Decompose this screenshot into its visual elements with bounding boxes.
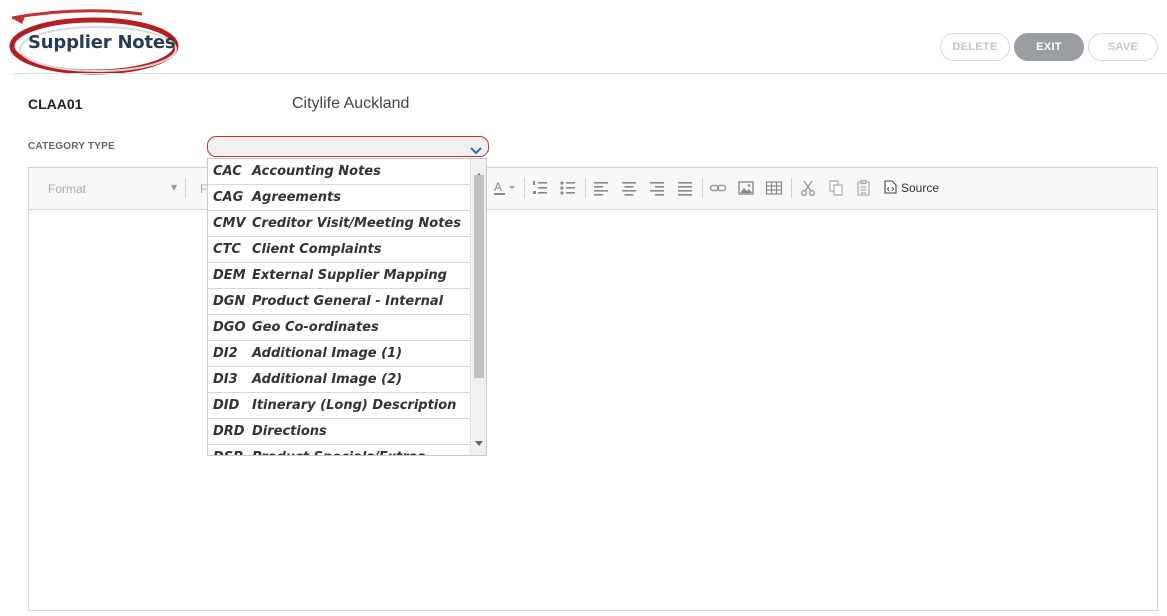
align-right-icon[interactable] [648,179,666,197]
dropdown-option[interactable]: DGO Geo Co-ordinates [208,315,471,341]
paste-icon[interactable] [855,179,873,197]
link-icon[interactable] [709,179,727,197]
option-description: Client Complaints [252,242,382,257]
dropdown-option[interactable]: DRD Directions [208,419,471,445]
cut-icon[interactable] [799,179,817,197]
option-description: Itinerary (Long) Description [252,398,457,413]
source-icon [884,179,897,197]
option-description: Accounting Notes [252,164,381,179]
format-combo[interactable]: Format [48,182,86,196]
option-code: CAC [213,164,242,179]
dropdown-option[interactable]: DI3 Additional Image (2) [208,367,471,393]
option-code: CTC [213,242,241,257]
option-code: DEM [213,268,246,283]
align-justify-icon[interactable] [676,179,694,197]
option-code: DRD [213,424,245,439]
option-description: External Supplier Mapping [252,268,447,283]
option-code: DID [213,398,240,413]
option-code: DGO [213,320,246,335]
toolbar-separator [791,178,792,198]
table-icon[interactable] [765,179,783,197]
copy-icon[interactable] [827,179,845,197]
dropdown-scrollbar[interactable] [470,159,486,455]
toolbar-separator [585,178,586,198]
dropdown-option[interactable]: CAC Accounting Notes [208,159,471,185]
dropdown-option[interactable]: CTC Client Complaints [208,237,471,263]
align-center-icon[interactable] [620,179,638,197]
numbered-list-icon[interactable] [531,179,549,197]
option-description: Product General - Internal [252,294,444,309]
rich-text-editor[interactable]: Format ▼ F A Source [28,167,1158,611]
option-code: DGN [213,294,246,309]
dropdown-option[interactable]: DEM External Supplier Mapping [208,263,471,289]
save-button[interactable]: SAVE [1088,33,1158,61]
text-color-icon[interactable]: A [493,179,519,197]
exit-button[interactable]: EXIT [1014,33,1084,61]
editor-toolbar: Format ▼ F A Source [29,168,1157,210]
format-dropdown-arrow-icon[interactable]: ▼ [171,183,177,192]
option-code: DI3 [213,372,238,387]
toolbar-separator [185,178,186,198]
page-title: Supplier Notes [28,32,176,53]
category-dropdown-list[interactable]: CAC Accounting Notes CAG Agreements CMV Credi… [207,158,487,456]
delete-button[interactable]: DELETE [940,33,1010,61]
supplier-name: Citylife Auckland [292,95,410,112]
option-code: DI2 [213,346,238,361]
toolbar-separator [702,178,703,198]
category-type-label: CATEGORY TYPE [28,141,115,152]
option-description: Directions [252,424,327,439]
option-description: Additional Image (2) [252,372,403,387]
dropdown-option[interactable]: DI2 Additional Image (1) [208,341,471,367]
scroll-down-icon[interactable] [475,432,483,451]
scrollbar-thumb[interactable] [474,175,484,378]
image-icon[interactable] [737,179,755,197]
header-divider [12,73,1167,74]
option-description: Agreements [252,190,341,205]
option-code: CMV [213,216,246,231]
toolbar-separator [524,178,525,198]
supplier-code: CLAA01 [28,96,83,112]
category-type-select[interactable] [207,136,489,157]
dropdown-option[interactable]: DID Itinerary (Long) Description [208,393,471,419]
option-description: Creditor Visit/Meeting Notes [252,216,461,231]
dropdown-option[interactable]: DSPProduct Specials/Extras [208,445,471,455]
option-description: Geo Co-ordinates [252,320,379,335]
source-button[interactable]: Source [884,179,939,197]
dropdown-options: CAC Accounting Notes CAG Agreements CMV Credi… [208,159,471,455]
dropdown-option[interactable]: DGN Product General - Internal [208,289,471,315]
align-left-icon[interactable] [592,179,610,197]
svg-text:A: A [494,180,502,194]
dropdown-option[interactable]: CAG Agreements [208,185,471,211]
option-description: Additional Image (1) [252,346,403,361]
option-code: CAG [213,190,244,205]
option-description: Product Specials/Extras [252,450,425,455]
dropdown-option[interactable]: CMV Creditor Visit/Meeting Notes [208,211,471,237]
source-label: Source [901,181,940,195]
option-code: DSP [208,450,252,455]
bullet-list-icon[interactable] [559,179,577,197]
